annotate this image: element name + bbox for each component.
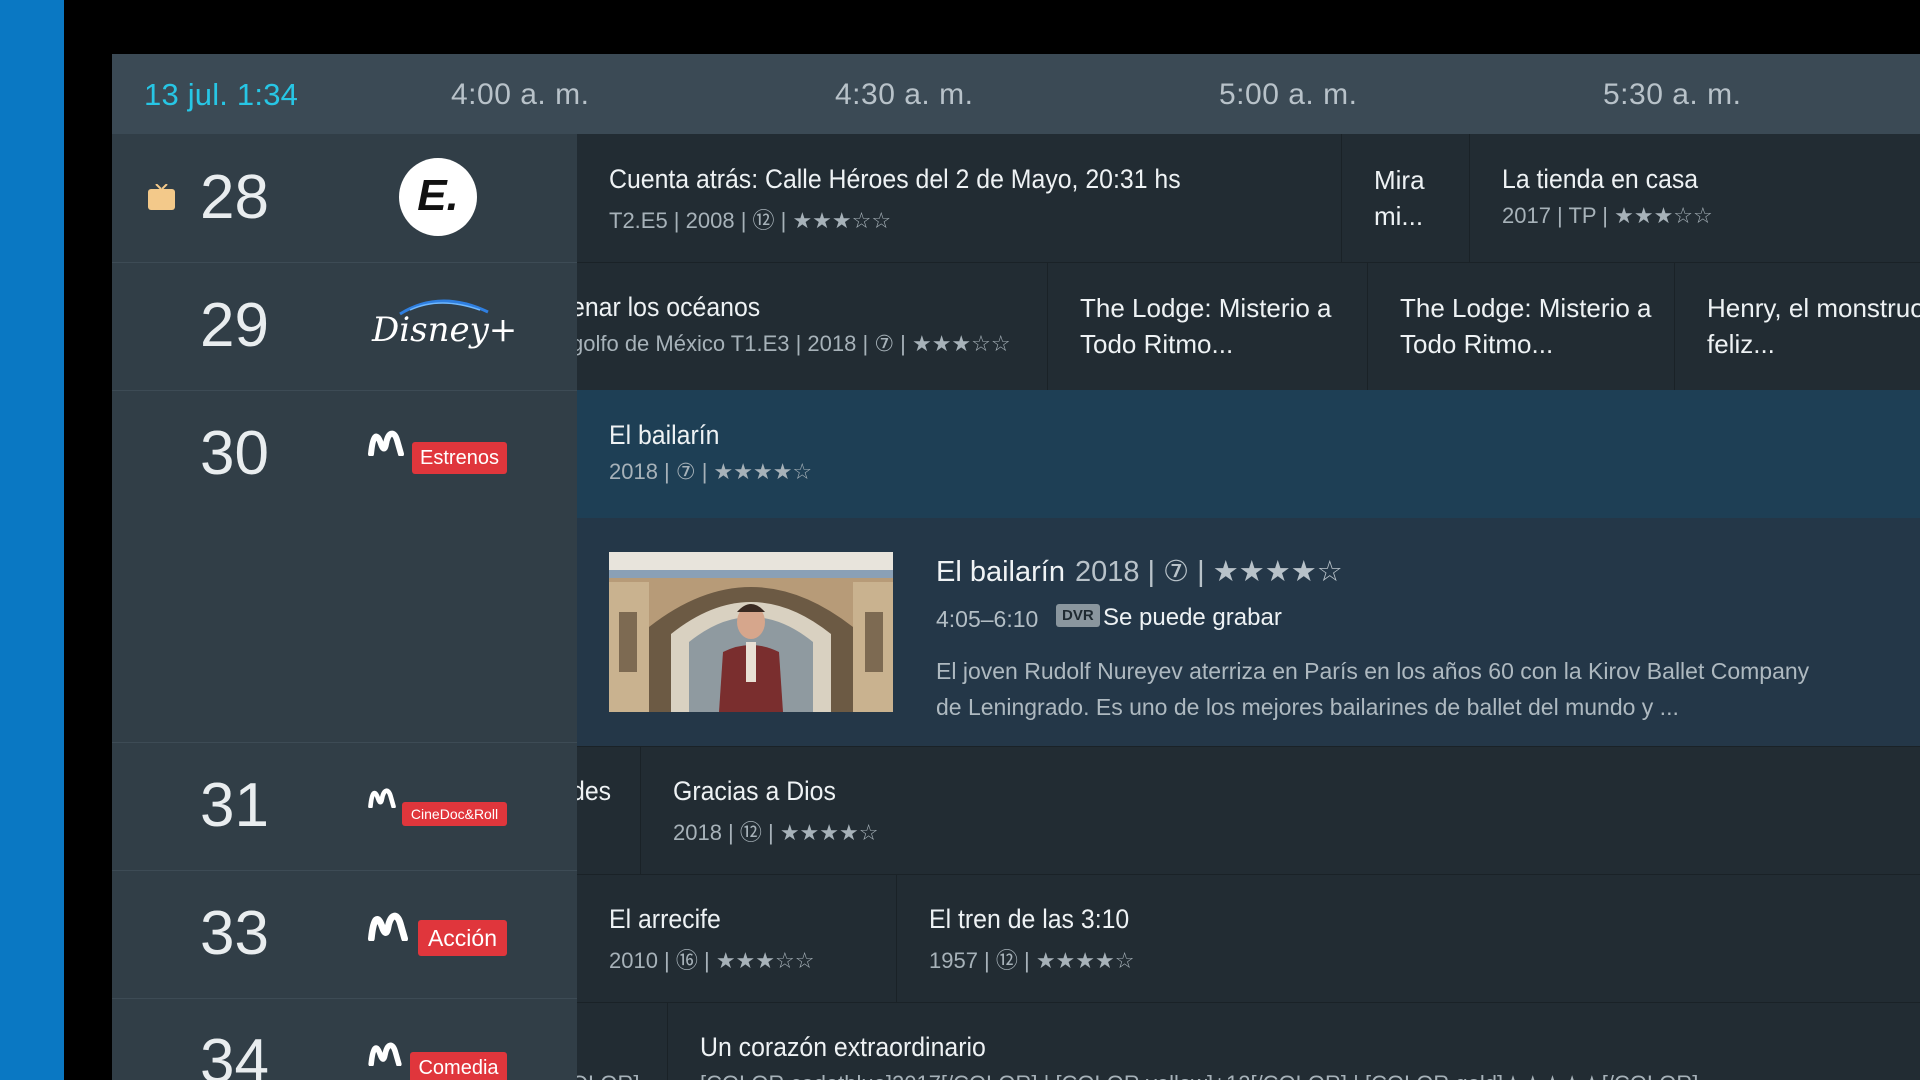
program-cell[interactable]: enar los océanos golfo de México T1.E3 |… (577, 262, 1048, 390)
program-meta: OLOR] (577, 1071, 639, 1080)
channel-badge: Estrenos (412, 442, 507, 474)
program-meta: 2017 | TP | ★★★☆☆ (1502, 203, 1713, 228)
program-cell[interactable]: Henry, el monstruo feliz... (1675, 262, 1920, 390)
detail-description: El joven Rudolf Nureyev aterriza en Parí… (936, 658, 1810, 720)
program-cell[interactable]: La tienda en casa 2017 | TP | ★★★☆☆ (1470, 134, 1920, 262)
program-title: des (577, 776, 612, 806)
program-meta: 2018 | ⑫ | ★★★★☆ (673, 820, 879, 845)
channel-28[interactable]: 28 E. (112, 134, 577, 263)
dvr-tag: DVR (1056, 604, 1100, 627)
tv-icon (148, 184, 175, 210)
program-row-31: des Gracias a Dios 2018 | ⑫ | ★★★★☆ (577, 746, 1920, 875)
record-status: Se puede grabar (1103, 604, 1282, 631)
channel-29[interactable]: 29 Disney+ (112, 262, 577, 391)
program-cell-selected[interactable]: El bailarín 2018 | ⑦ | ★★★★☆ (577, 390, 1920, 518)
channel-badge: Acción (418, 920, 507, 956)
detail-time: 4:05–6:10 (936, 606, 1039, 632)
program-title: El tren de las 3:10 (929, 904, 1130, 934)
movistar-logo (368, 912, 408, 941)
epg-guide: 13 jul. 1:34 4:00 a. m. 4:30 a. m. 5:00 … (112, 54, 1920, 1080)
movistar-logo (368, 788, 396, 808)
program-title: The Lodge: Misterio a Todo Ritmo... (1400, 293, 1652, 359)
program-title: Cuenta atrás: Calle Héroes del 2 de Mayo… (609, 164, 1181, 194)
program-title: Gracias a Dios (673, 776, 836, 806)
program-meta: T2.E5 | 2008 | ⑫ | ★★★☆☆ (609, 208, 892, 233)
program-meta: [COLOR cadetblue]2017[/COLOR] | [COLOR y… (700, 1071, 1698, 1080)
time-slot: 5:00 a. m. (1219, 78, 1358, 111)
disney-plus-logo-text: Disney+ (372, 310, 518, 350)
program-cell[interactable]: El arrecife 2010 | ⑯ | ★★★☆☆ (577, 874, 897, 1002)
program-title: Mira mi... (1374, 165, 1425, 231)
program-cell[interactable]: El tren de las 3:10 1957 | ⑫ | ★★★★☆ (897, 874, 1920, 1002)
channel-34[interactable]: 34 Comedia (112, 998, 577, 1080)
program-title: El bailarín (609, 420, 720, 450)
program-row-29: enar los océanos golfo de México T1.E3 |… (577, 262, 1920, 391)
program-meta: 1957 | ⑫ | ★★★★☆ (929, 948, 1135, 973)
program-row-28: Cuenta atrás: Calle Héroes del 2 de Mayo… (577, 134, 1920, 263)
channel-number: 30 (200, 419, 269, 488)
program-title: El arrecife (609, 904, 721, 934)
program-title: La tienda en casa (1502, 164, 1699, 194)
program-detail-panel: El bailarín 2018 | ⑦ | ★★★★☆ 4:05–6:10 DV… (577, 518, 1920, 747)
channel-number: 28 (200, 163, 269, 232)
program-thumbnail (609, 552, 893, 712)
program-title: Un corazón extraordinario (700, 1032, 986, 1062)
program-row-30-selected: El bailarín 2018 | ⑦ | ★★★★☆ (577, 390, 1920, 519)
channel-30[interactable]: 30 Estrenos (112, 390, 577, 743)
program-title: Henry, el monstruo feliz... (1707, 293, 1920, 359)
detail-info: 2018 | ⑦ | ★★★★☆ (1074, 556, 1343, 588)
program-cell[interactable]: The Lodge: Misterio a Todo Ritmo... (1048, 262, 1368, 390)
program-cell[interactable]: The Lodge: Misterio a Todo Ritmo... (1368, 262, 1675, 390)
current-date-time: 13 jul. 1:34 (144, 77, 299, 112)
channel-number: 33 (200, 899, 269, 968)
channel-number: 29 (200, 291, 269, 360)
program-cell[interactable]: OLOR] (577, 1002, 668, 1080)
program-meta: golfo de México T1.E3 | 2018 | ⑦ | ★★★☆☆ (577, 331, 1011, 356)
program-cell[interactable]: Cuenta atrás: Calle Héroes del 2 de Mayo… (577, 134, 1342, 262)
time-slot: 4:00 a. m. (451, 78, 590, 111)
detail-title: El bailarín (936, 556, 1065, 588)
program-cell[interactable]: Gracias a Dios 2018 | ⑫ | ★★★★☆ (641, 746, 1920, 874)
movistar-logo (368, 430, 404, 456)
program-cell[interactable]: des (577, 746, 641, 874)
time-slot: 5:30 a. m. (1603, 78, 1742, 111)
program-meta: 2010 | ⑯ | ★★★☆☆ (609, 948, 815, 973)
program-cell[interactable]: Un corazón extraordinario [COLOR cadetbl… (668, 1002, 1920, 1080)
channel-badge: CineDoc&Roll (402, 802, 507, 826)
program-row-34: OLOR] Un corazón extraordinario [COLOR c… (577, 1002, 1920, 1080)
movistar-logo (368, 1042, 402, 1066)
program-title: enar los océanos (577, 292, 761, 322)
timeline-header: 13 jul. 1:34 4:00 a. m. 4:30 a. m. 5:00 … (112, 54, 1920, 134)
program-title: The Lodge: Misterio a Todo Ritmo... (1080, 293, 1332, 359)
side-accent-strip (0, 0, 64, 1080)
program-grid: Cuenta atrás: Calle Héroes del 2 de Mayo… (577, 134, 1920, 1080)
channel-number: 31 (200, 771, 269, 840)
channel-badge: Comedia (410, 1052, 507, 1080)
channel-number: 34 (200, 1027, 269, 1080)
energy-logo: E. (399, 158, 477, 236)
detail-title-line: El bailarín 2018 | ⑦ | ★★★★☆ (936, 554, 1343, 589)
time-slot: 4:30 a. m. (835, 78, 974, 111)
energy-logo-text: E. (417, 171, 459, 220)
program-meta: 2018 | ⑦ | ★★★★☆ (609, 459, 813, 484)
program-row-33: El arrecife 2010 | ⑯ | ★★★☆☆ El tren de … (577, 874, 1920, 1003)
program-cell[interactable]: Mira mi... (1342, 134, 1470, 262)
channel-33[interactable]: 33 Acción (112, 870, 577, 999)
channel-31[interactable]: 31 CineDoc&Roll (112, 742, 577, 871)
channel-list: 28 E. 29 Disney+ 30 Estrenos 31 CineDoc&… (112, 134, 577, 1080)
